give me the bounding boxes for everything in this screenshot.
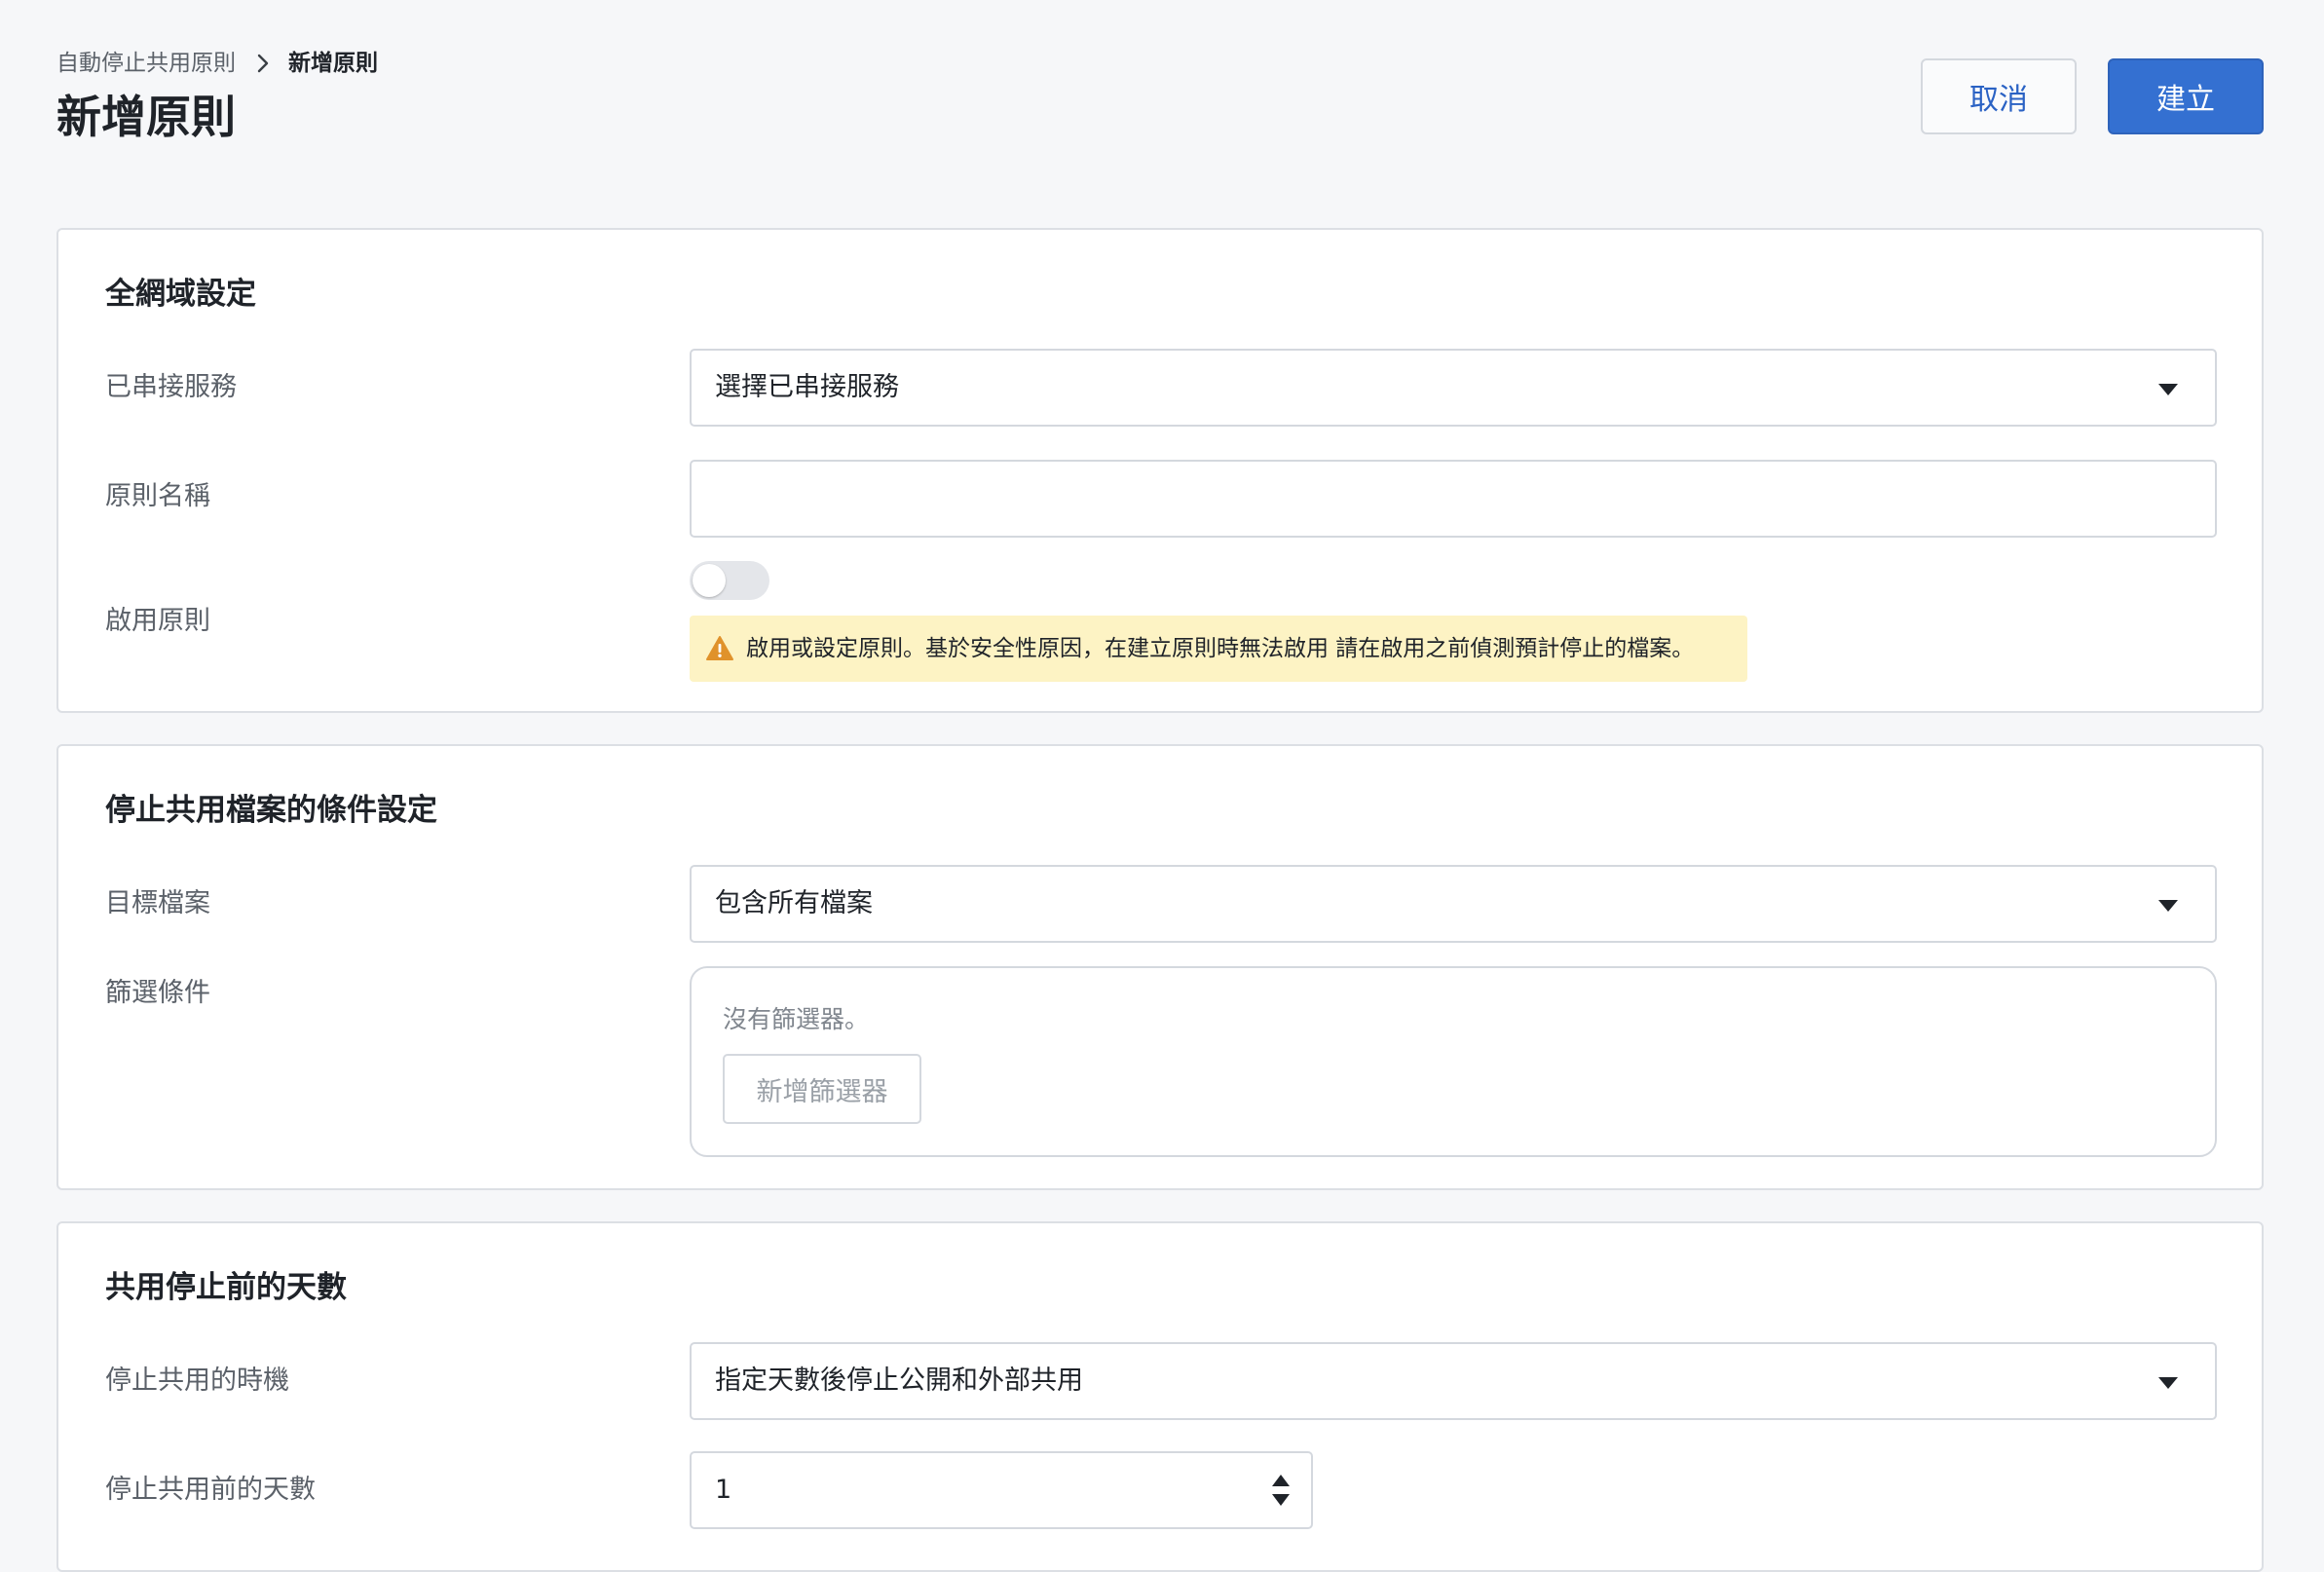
section-title-conditions: 停止共用檔案的條件設定 [105,793,437,828]
breadcrumb-parent-link[interactable]: 自動停止共用原則 [56,49,236,78]
section-title-days: 共用停止前的天數 [105,1270,347,1305]
caret-down-icon [2158,384,2178,395]
breadcrumb-current: 新增原則 [288,51,378,76]
no-filters-text: 沒有篩選器。 [723,1005,870,1033]
caret-down-icon [2158,900,2178,912]
policy-name-label: 原則名稱 [105,481,210,511]
cancel-button[interactable]: 取消 [1921,58,2077,134]
spinner-arrows-icon[interactable] [1270,1473,1292,1508]
create-button[interactable]: 建立 [2108,58,2264,134]
page-title: 新增原則 [56,91,236,143]
filter-box: 沒有篩選器。 新增篩選器 [690,966,2217,1157]
chevron-right-icon [253,49,273,78]
warning-icon [706,636,733,660]
target-files-label: 目標檔案 [105,888,210,918]
days-number-input[interactable]: 1 [690,1451,1313,1529]
target-files-select[interactable]: 包含所有檔案 [690,865,2217,943]
enable-policy-toggle[interactable] [690,561,769,600]
warning-text: 啟用或設定原則。基於安全性原因，在建立原則時無法啟用 請在啟用之前偵測預計停止的… [746,636,1695,661]
days-card: 共用停止前的天數 停止共用的時機 指定天數後停止公開和外部共用 停止共用前的天數… [56,1221,2264,1572]
stop-timing-value: 指定天數後停止公開和外部共用 [715,1366,1083,1396]
filter-conditions-label: 篩選條件 [105,978,210,1008]
target-files-value: 包含所有檔案 [715,888,873,918]
enable-policy-label: 啟用原則 [105,606,210,636]
section-title-global: 全網域設定 [105,277,256,312]
connected-service-value: 選擇已串接服務 [715,372,899,402]
stop-timing-select[interactable]: 指定天數後停止公開和外部共用 [690,1342,2217,1420]
connected-service-label: 已串接服務 [105,372,237,402]
breadcrumb: 自動停止共用原則 新增原則 [56,49,378,78]
conditions-card: 停止共用檔案的條件設定 目標檔案 包含所有檔案 篩選條件 沒有篩選器。 新增篩選… [56,744,2264,1190]
warning-banner: 啟用或設定原則。基於安全性原因，在建立原則時無法啟用 請在啟用之前偵測預計停止的… [690,616,1747,682]
policy-name-input[interactable] [690,460,2217,538]
toggle-knob [693,564,726,597]
connected-service-select[interactable]: 選擇已串接服務 [690,349,2217,427]
stop-timing-label: 停止共用的時機 [105,1366,289,1396]
days-number-value: 1 [715,1475,732,1505]
global-settings-card: 全網域設定 已串接服務 選擇已串接服務 原則名稱 啟用原則 啟用或設定原則。基於… [56,228,2264,713]
days-before-stop-label: 停止共用前的天數 [105,1475,316,1505]
caret-down-icon [2158,1377,2178,1389]
add-filter-button[interactable]: 新增篩選器 [723,1054,921,1124]
